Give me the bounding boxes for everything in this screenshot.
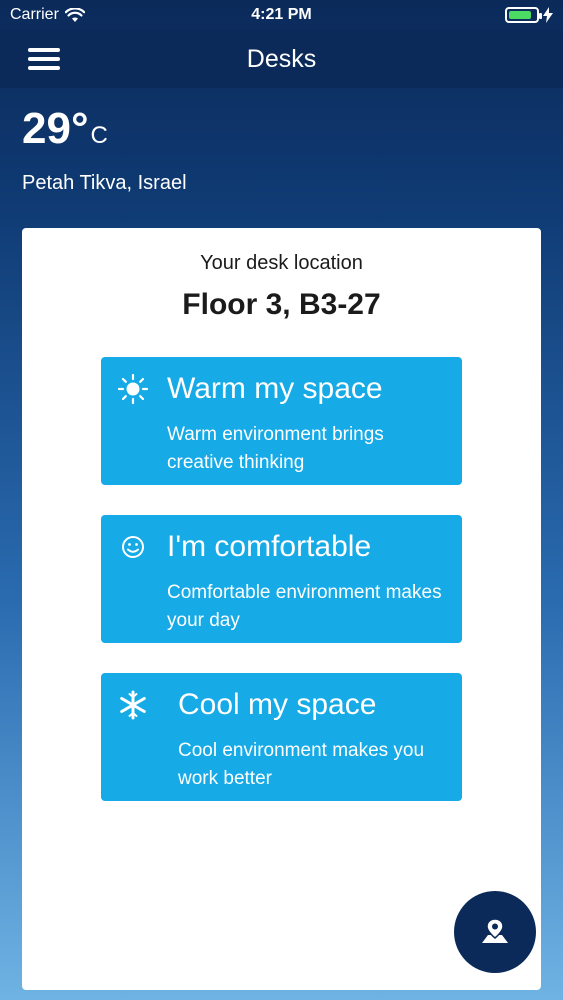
hamburger-icon[interactable] — [26, 44, 62, 74]
option-description: Warm environment brings creative thinkin… — [167, 424, 384, 473]
option-title: I'm comfortable — [167, 530, 372, 563]
carrier-label: Carrier — [10, 6, 59, 23]
map-pin-icon — [482, 918, 508, 943]
status-bar: Carrier 4:21 PM — [0, 0, 563, 30]
desk-card: Your desk location Floor 3, B3-27 Warm m… — [22, 228, 541, 990]
smiley-icon — [122, 536, 144, 558]
desk-location-value: Floor 3, B3-27 — [182, 288, 381, 321]
status-right — [505, 7, 553, 23]
snowflake-icon — [120, 690, 146, 720]
menu-line — [28, 48, 60, 52]
option-title: Warm my space — [167, 372, 383, 405]
menu-line — [28, 66, 60, 70]
weather-location: Petah Tikva, Israel — [22, 172, 187, 194]
battery-cap — [539, 13, 542, 19]
im-comfortable-button[interactable]: I'm comfortable Comfortable environment … — [101, 515, 462, 643]
nav-bar: Desks — [0, 30, 563, 88]
desk-location-caption: Your desk location — [200, 252, 363, 274]
battery-icon — [505, 7, 542, 23]
option-title: Cool my space — [178, 688, 377, 721]
charging-icon — [543, 7, 553, 23]
wifi-icon — [64, 7, 85, 22]
map-location-button[interactable] — [454, 891, 536, 973]
battery-level — [509, 11, 532, 19]
menu-line — [28, 57, 60, 61]
page-title: Desks — [246, 44, 317, 73]
sun-icon — [117, 373, 149, 405]
option-description: Cool environment makes you work better — [178, 740, 425, 789]
cool-my-space-button[interactable]: Cool my space Cool environment makes you… — [101, 673, 462, 801]
warm-my-space-button[interactable]: Warm my space Warm environment brings cr… — [101, 357, 462, 485]
status-left: Carrier — [10, 6, 85, 24]
temperature-value: 29° — [22, 104, 89, 153]
option-description: Comfortable environment makes your day — [167, 582, 442, 631]
temperature-display: 29°C — [22, 104, 108, 154]
temperature-unit: C — [90, 122, 108, 149]
